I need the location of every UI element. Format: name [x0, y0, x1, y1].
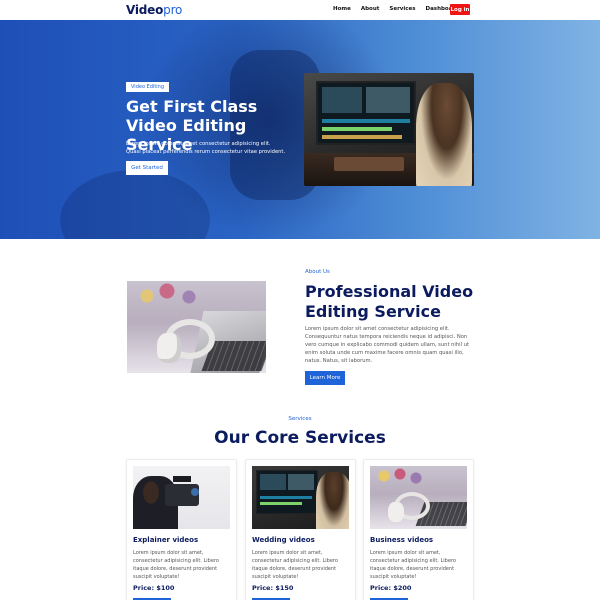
about-description: Lorem ipsum dolor sit amet consectetur a… — [305, 326, 470, 364]
bokeh-graphic — [370, 466, 467, 490]
service-card-price: Price: $200 — [370, 584, 412, 592]
nav-link-about[interactable]: About — [361, 6, 380, 12]
services-title: Our Core Services — [214, 428, 386, 448]
nav-link-services[interactable]: Services — [389, 6, 415, 12]
service-card-text: Lorem ipsum dolor sit amet, consectetur … — [370, 550, 456, 580]
screen-panel — [366, 87, 410, 113]
camera-handle-graphic — [173, 476, 191, 482]
editor-person-graphic — [416, 83, 472, 186]
logo-accent-text: pro — [163, 3, 183, 17]
logo-main-text: Video — [126, 3, 164, 17]
service-card-text: Lorem ipsum dolor sit amet, consectetur … — [252, 550, 338, 580]
top-navbar: Videopro Home About Services Dashboard L… — [0, 0, 600, 20]
screen-panel — [260, 474, 286, 490]
service-card-wedding[interactable]: Wedding videos Lorem ipsum dolor sit ame… — [245, 459, 356, 600]
service-card-image — [252, 466, 349, 529]
hero-description: Lorem ipsum dolor sit amet consectetur a… — [126, 141, 286, 155]
hero-editing-image — [304, 73, 474, 186]
login-button[interactable]: Log in — [450, 4, 470, 15]
headphones-cup-graphic — [388, 502, 404, 522]
about-tag: About Us — [305, 269, 330, 275]
service-card-image — [133, 466, 230, 529]
timeline-track — [322, 135, 402, 139]
editor-person-graphic — [316, 472, 349, 529]
nav-links: Home About Services Dashboard — [333, 6, 469, 12]
get-started-button[interactable]: Get Started — [126, 161, 168, 175]
timeline-track — [260, 496, 312, 499]
screen-panel — [288, 474, 314, 490]
keyboard-graphic — [334, 157, 404, 171]
monitor-graphic — [316, 81, 416, 145]
headphones-cup-graphic — [157, 333, 181, 363]
screen-panel — [322, 87, 362, 113]
service-card-business[interactable]: Business videos Lorem ipsum dolor sit am… — [363, 459, 474, 600]
timeline-track — [260, 502, 302, 505]
about-title: Professional Video Editing Service — [305, 282, 474, 321]
about-headphones-image — [127, 281, 266, 373]
service-card-title: Explainer videos — [133, 536, 199, 544]
nav-link-home[interactable]: Home — [333, 6, 351, 12]
service-card-title: Business videos — [370, 536, 434, 544]
services-tag: Services — [288, 416, 312, 422]
timeline-track — [322, 119, 410, 123]
timeline-track — [322, 127, 392, 131]
service-card-explainer[interactable]: Explainer videos Lorem ipsum dolor sit a… — [126, 459, 237, 600]
learn-more-button[interactable]: Learn More — [305, 371, 345, 385]
service-card-price: Price: $100 — [133, 584, 175, 592]
service-card-title: Wedding videos — [252, 536, 315, 544]
camera-lens-graphic — [191, 488, 199, 496]
site-logo[interactable]: Videopro — [126, 3, 182, 17]
service-card-text: Lorem ipsum dolor sit amet, consectetur … — [133, 550, 219, 580]
service-card-price: Price: $150 — [252, 584, 294, 592]
hero-badge: Video Editing — [126, 82, 170, 92]
service-card-image — [370, 466, 467, 529]
